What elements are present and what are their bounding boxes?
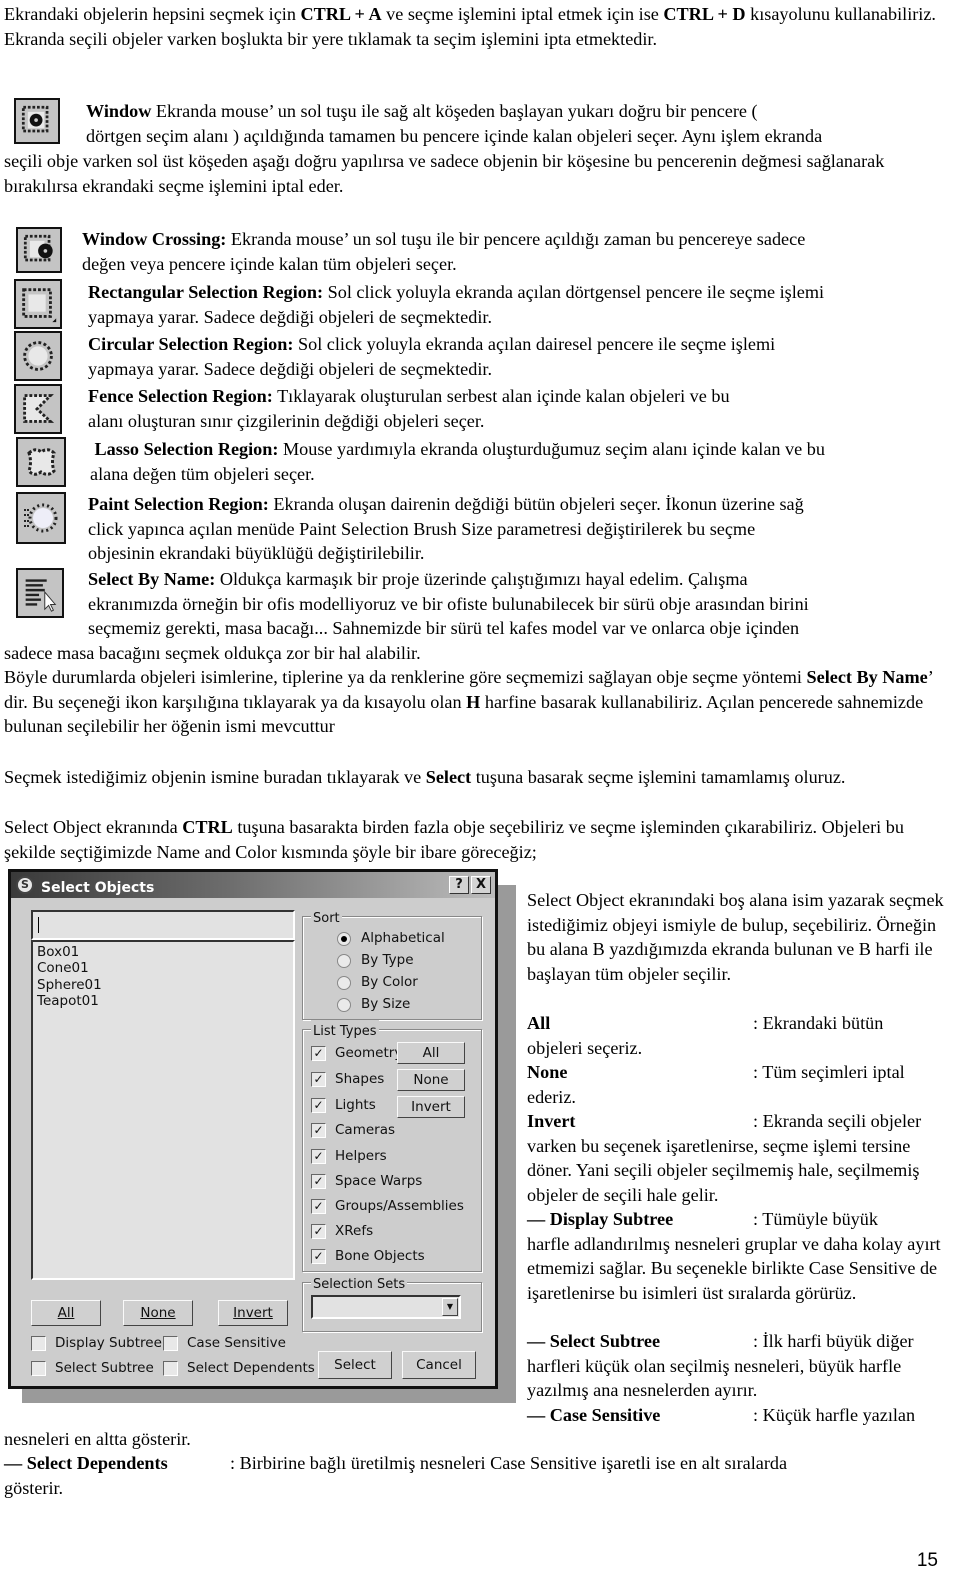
chevron-down-icon[interactable]: ▼ xyxy=(442,1298,458,1316)
dialog-titlebar[interactable]: S Select Objects ? X xyxy=(11,872,495,898)
rectangular-selection-desc: Rectangular Selection Region: Sol click … xyxy=(88,282,825,327)
shortcut-h: H xyxy=(466,691,481,712)
case-sensitive-checkbox[interactable]: Case Sensitive xyxy=(163,1333,286,1353)
page-number: 15 xyxy=(916,1550,938,1572)
list-all-button[interactable]: All xyxy=(31,1300,101,1326)
space-warps-checkbox[interactable]: ✓ Space Warps xyxy=(311,1171,422,1191)
select-paragraph: Seçmek istediğimiz objenin ismine burada… xyxy=(4,767,846,787)
select-dependents-checkbox[interactable]: Select Dependents xyxy=(163,1358,315,1378)
select-by-name-paragraph: Böyle durumlarda objeleri isimlerine, ti… xyxy=(4,667,933,737)
shortcut-deselect: CTRL + D xyxy=(663,4,746,24)
circular-selection-desc: Circular Selection Region: Sol click yol… xyxy=(88,334,776,379)
select-by-name-desc-end: sadece masa bacağını seçmek oldukça zor … xyxy=(4,643,421,663)
list-invert-button[interactable]: Invert xyxy=(218,1300,288,1326)
cancel-button[interactable]: Cancel xyxy=(402,1351,476,1379)
list-item[interactable]: Teapot01 xyxy=(37,993,289,1009)
list-types-label: List Types xyxy=(311,1020,379,1045)
text-cursor xyxy=(38,917,39,933)
window-desc-rest: seçili obje varken sol üst köşeden aşağı… xyxy=(4,151,885,196)
def-none: None: Tüm seçimleri iptal ederiz. xyxy=(527,1062,905,1107)
ctrl-paragraph: Select Object ekranında CTRL tuşuna basa… xyxy=(4,817,904,862)
window-crossing-icon xyxy=(16,227,62,273)
select-button[interactable]: Select xyxy=(318,1351,392,1379)
circular-selection-icon xyxy=(14,331,62,381)
intro-paragraph: Ekrandaki objelerin hepsini seçmek için … xyxy=(4,4,936,49)
sort-alphabetical-radio[interactable]: Alphabetical xyxy=(337,929,445,947)
select-by-name-desc: Select By Name: Oldukça karmaşık bir pro… xyxy=(88,569,809,639)
def-invert: Invert: Ekranda seçili objeler varken bu … xyxy=(527,1111,922,1205)
list-item[interactable]: Sphere01 xyxy=(37,977,289,993)
xrefs-checkbox[interactable]: ✓ XRefs xyxy=(311,1221,373,1241)
shortcut-select-all: CTRL + A xyxy=(300,4,382,24)
lights-checkbox[interactable]: ✓ Lights xyxy=(311,1095,376,1115)
right-column-intro: Select Object ekranındaki boş alana isim… xyxy=(527,890,944,984)
sort-by-color-radio[interactable]: By Color xyxy=(337,973,418,991)
close-button[interactable]: X xyxy=(471,876,491,894)
def-select-subtree: — Select Subtree: İlk harfi büyük diğer h… xyxy=(527,1331,914,1401)
list-none-button[interactable]: None xyxy=(123,1300,193,1326)
def-display-subtree: — Display Subtree: Tümüyle büyük harfle a… xyxy=(527,1209,941,1303)
window-desc-line1: Window Ekranda mouse’ un sol tuşu ile sa… xyxy=(86,101,758,121)
types-none-button[interactable]: None xyxy=(397,1069,465,1091)
rectangular-selection-icon xyxy=(14,279,62,329)
select-objects-dialog: S Select Objects ? X Box01 Cone01 Sphere… xyxy=(8,869,498,1389)
def-case-sensitive: — Case Sensitive: Küçük harfle yazılan xyxy=(527,1405,916,1425)
types-invert-button[interactable]: Invert xyxy=(397,1096,465,1118)
list-item[interactable]: Cone01 xyxy=(37,960,289,976)
paint-selection-desc: Paint Selection Region: Ekranda oluşan d… xyxy=(88,494,804,564)
object-list[interactable]: Box01 Cone01 Sphere01 Teapot01 xyxy=(31,940,295,1280)
name-search-input[interactable] xyxy=(31,910,295,940)
display-subtree-checkbox[interactable]: Display Subtree xyxy=(31,1333,162,1353)
list-item[interactable]: Box01 xyxy=(37,944,289,960)
cameras-checkbox[interactable]: ✓ Cameras xyxy=(311,1120,395,1140)
selection-sets-label: Selection Sets xyxy=(311,1273,408,1298)
def-all: All: Ekrandaki bütün objeleri seçeriz. xyxy=(527,1013,884,1058)
def-select-dependents: — Select Dependents: Birbirine bağlı üre… xyxy=(4,1453,788,1498)
groups-assemblies-checkbox[interactable]: ✓ Groups/Assemblies xyxy=(311,1196,464,1216)
sort-label: Sort xyxy=(311,907,342,932)
helpers-checkbox[interactable]: ✓ Helpers xyxy=(311,1146,387,1166)
help-button[interactable]: ? xyxy=(449,876,469,894)
bone-objects-checkbox[interactable]: ✓ Bone Objects xyxy=(311,1246,425,1266)
lasso-selection-desc: Lasso Selection Region: Mouse yardımıyla… xyxy=(90,439,825,484)
window-crossing-desc: Window Crossing: Ekranda mouse’ un sol t… xyxy=(82,229,806,274)
lasso-selection-icon xyxy=(16,437,66,487)
sort-group: Sort Alphabetical By Type By Color By Si… xyxy=(302,907,482,1020)
select-by-name-icon xyxy=(16,568,64,618)
types-all-button[interactable]: All xyxy=(397,1042,465,1064)
window-selection-icon xyxy=(14,98,60,144)
sort-by-size-radio[interactable]: By Size xyxy=(337,995,410,1013)
paint-selection-icon xyxy=(16,492,66,544)
sort-by-type-radio[interactable]: By Type xyxy=(337,951,414,969)
geometry-checkbox[interactable]: ✓ Geometry xyxy=(311,1043,402,1063)
window-desc-line2: dörtgen seçim alanı ) açıldığında tamame… xyxy=(86,126,823,146)
fence-selection-icon xyxy=(14,384,62,434)
fence-selection-desc: Fence Selection Region: Tıklayarak oluşt… xyxy=(88,386,730,431)
app-logo-icon: S xyxy=(16,876,34,894)
selection-sets-dropdown[interactable]: ▼ xyxy=(311,1295,461,1319)
selection-sets-group: Selection Sets ▼ xyxy=(302,1273,482,1332)
select-subtree-checkbox[interactable]: Select Subtree xyxy=(31,1358,154,1378)
shapes-checkbox[interactable]: ✓ Shapes xyxy=(311,1069,384,1089)
dialog-title: Select Objects xyxy=(41,880,155,896)
list-types-group: List Types ✓ Geometry ✓ Shapes ✓ Lights ✓ Ca… xyxy=(302,1020,482,1272)
case-sensitive-cont: nesneleri en altta gösterir. xyxy=(4,1429,191,1449)
